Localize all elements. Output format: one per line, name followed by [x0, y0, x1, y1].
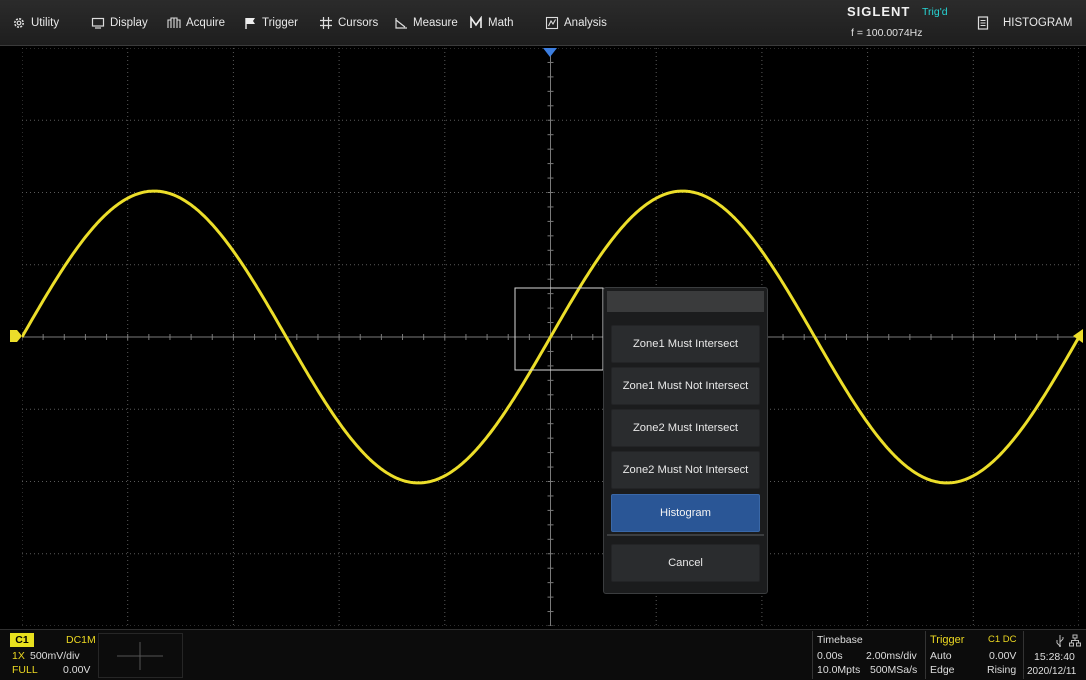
trigger-level-marker[interactable]	[1073, 329, 1083, 343]
channel1-scale: 500mV/div	[30, 650, 80, 662]
usb-icon	[1056, 635, 1064, 647]
trigger-title: Trigger	[930, 634, 965, 646]
channel1-bandwidth: FULL	[12, 664, 38, 676]
menu-math[interactable]: Math	[469, 0, 514, 46]
mask-action-popup: Zone1 Must Intersect Zone1 Must Not Inte…	[603, 287, 768, 594]
menu-cursors-label: Cursors	[338, 17, 379, 29]
menu-analysis-label: Analysis	[564, 17, 607, 29]
channel1-offset-marker[interactable]	[10, 330, 22, 342]
oscilloscope-screen: Utility Display Acquire Trigger Cursors	[0, 0, 1086, 680]
menu-display-label: Display	[110, 17, 148, 29]
timebase-panel[interactable]: Timebase 0.00s 2.00ms/div 10.0Mpts 500MS…	[812, 631, 924, 679]
trigger-source: C1 DC	[988, 634, 1017, 645]
menu-acquire[interactable]: Acquire	[167, 0, 225, 46]
trigger-level: 0.00V	[989, 650, 1017, 662]
menu-bar: Utility Display Acquire Trigger Cursors	[0, 0, 1086, 46]
channel1-probe: 1X	[12, 650, 25, 662]
zone2-must-not-intersect-button[interactable]: Zone2 Must Not Intersect	[611, 451, 760, 489]
channel1-badge: C1	[10, 633, 34, 647]
clock-panel: 15:28:40 2020/12/11	[1023, 631, 1086, 679]
zone-box[interactable]	[514, 287, 604, 371]
mode-title[interactable]: HISTOGRAM	[977, 0, 1072, 46]
zone2-must-intersect-button[interactable]: Zone2 Must Intersect	[611, 409, 760, 447]
analysis-icon	[545, 16, 559, 30]
menu-trigger[interactable]: Trigger	[243, 0, 298, 46]
timebase-memory: 10.0Mpts	[817, 664, 861, 676]
frequency-readout: f = 100.0074Hz	[851, 27, 923, 39]
waveform-area[interactable]	[22, 48, 1079, 626]
menu-measure-label: Measure	[413, 17, 458, 29]
cancel-button[interactable]: Cancel	[611, 544, 760, 582]
trigger-panel[interactable]: Trigger C1 DC Auto 0.00V Edge Rising	[925, 631, 1021, 679]
timebase-sample-rate: 500MSa/s	[870, 664, 918, 676]
document-icon	[977, 16, 989, 30]
timebase-title: Timebase	[817, 634, 863, 646]
channel1-offset: 0.00V	[63, 664, 91, 676]
zone1-must-not-intersect-button[interactable]: Zone1 Must Not Intersect	[611, 367, 760, 405]
network-icon	[1069, 634, 1081, 647]
waveform-grid	[22, 48, 1079, 626]
timebase-scale: 2.00ms/div	[866, 650, 917, 662]
trigger-mode: Auto	[930, 650, 952, 662]
clock-time: 15:28:40	[1034, 651, 1075, 663]
popup-divider	[607, 534, 764, 536]
status-bar: C1 DC1M 1X 500mV/div FULL 0.00V Timebase…	[0, 629, 1086, 680]
menu-measure[interactable]: Measure	[394, 0, 458, 46]
channel1-panel[interactable]: C1 DC1M 1X 500mV/div FULL 0.00V	[10, 633, 96, 679]
channel-add-area[interactable]	[98, 633, 183, 678]
menu-utility[interactable]: Utility	[12, 0, 59, 46]
menu-analysis[interactable]: Analysis	[545, 0, 607, 46]
menu-display[interactable]: Display	[91, 0, 148, 46]
measure-icon	[394, 16, 408, 30]
popup-header	[607, 291, 764, 312]
acquire-icon	[167, 16, 181, 30]
trigger-slope: Rising	[987, 664, 1017, 676]
gear-icon	[12, 16, 26, 30]
menu-math-label: Math	[488, 17, 514, 29]
cursors-icon	[319, 16, 333, 30]
zone1-must-intersect-button[interactable]: Zone1 Must Intersect	[611, 325, 760, 363]
menu-trigger-label: Trigger	[262, 17, 298, 29]
trigger-type: Edge	[930, 664, 955, 676]
histogram-button[interactable]: Histogram	[611, 494, 760, 532]
monitor-icon	[91, 16, 105, 30]
clock-date: 2020/12/11	[1027, 666, 1077, 677]
menu-acquire-label: Acquire	[186, 17, 225, 29]
menu-cursors[interactable]: Cursors	[319, 0, 378, 46]
trigger-position-marker[interactable]	[543, 48, 557, 58]
math-icon	[469, 16, 483, 30]
channel1-coupling: DC1M	[66, 634, 96, 646]
menu-utility-label: Utility	[31, 17, 60, 29]
timebase-delay: 0.00s	[817, 650, 843, 662]
plus-icon	[117, 642, 163, 670]
mode-title-label: HISTOGRAM	[1003, 17, 1073, 29]
trigger-status: Trig'd	[922, 6, 948, 18]
brand-logo: SIGLENT	[847, 4, 911, 19]
flag-icon	[243, 16, 257, 30]
